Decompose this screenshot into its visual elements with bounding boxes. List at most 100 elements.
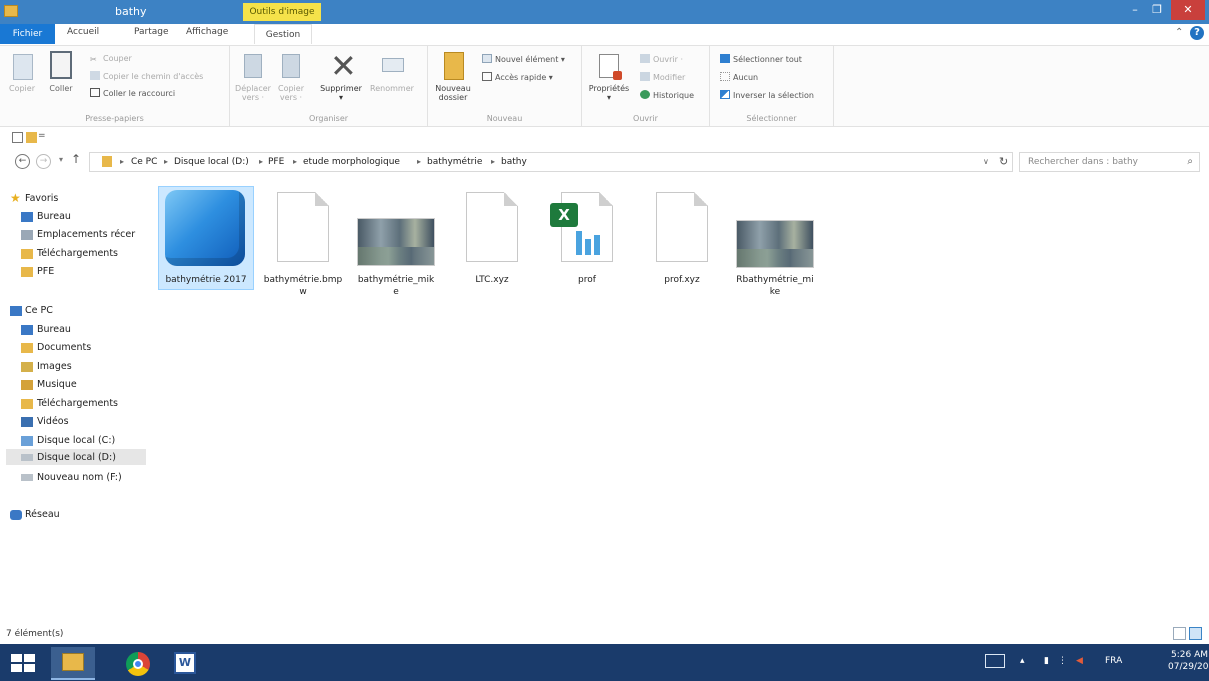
blank-file-icon xyxy=(277,192,329,262)
close-button[interactable]: ✕ xyxy=(1171,0,1205,20)
move-to-icon[interactable] xyxy=(244,54,262,78)
tab-manage[interactable]: Gestion xyxy=(254,24,312,44)
address-dropdown-icon[interactable]: ∨ xyxy=(983,157,989,166)
paste-shortcut-button[interactable]: Coller le raccourci xyxy=(90,88,175,98)
file-item[interactable]: X prof xyxy=(539,186,635,296)
history-button[interactable]: Historique xyxy=(640,90,694,100)
forward-button[interactable]: → xyxy=(36,154,51,169)
nav-pc-pictures[interactable]: Images xyxy=(37,361,72,372)
breadcrumb-separator[interactable]: ▸ xyxy=(259,157,263,166)
delete-x-icon[interactable]: ✕ xyxy=(330,48,357,84)
easy-access-icon xyxy=(482,72,492,81)
tab-share[interactable]: Partage xyxy=(134,27,169,37)
invert-selection-button[interactable]: Inverser la sélection xyxy=(720,90,814,100)
select-none-button[interactable]: Aucun xyxy=(720,72,758,82)
breadcrumb-pfe[interactable]: PFE xyxy=(268,157,284,167)
maximize-button[interactable]: ❐ xyxy=(1146,0,1168,20)
nav-pc-drive-d[interactable]: Disque local (D:) xyxy=(37,452,116,463)
breadcrumb-this-pc[interactable]: Ce PC xyxy=(131,157,157,167)
copy-icon[interactable] xyxy=(13,54,33,80)
tab-file[interactable]: Fichier xyxy=(0,24,55,44)
properties-qat-icon[interactable] xyxy=(12,132,23,143)
file-item[interactable]: Rbathymétrie_mi ke xyxy=(727,186,823,306)
copy-button[interactable]: Copier xyxy=(4,84,40,93)
rename-icon[interactable] xyxy=(382,58,404,72)
new-item-button[interactable]: Nouvel élément ▾ xyxy=(482,54,565,64)
taskbar-word[interactable]: W xyxy=(164,647,208,680)
taskbar-file-explorer[interactable] xyxy=(51,647,95,680)
file-item[interactable]: bathymétrie.bmp w xyxy=(255,186,351,306)
refresh-icon[interactable]: ↻ xyxy=(999,155,1008,168)
battery-icon[interactable]: ▮ xyxy=(1044,656,1049,666)
volume-icon[interactable]: ◀ xyxy=(1076,656,1083,666)
properties-button[interactable]: Propriétés ▾ xyxy=(584,84,634,102)
drive-c-icon xyxy=(21,436,33,446)
nav-fav-recent[interactable]: Emplacements récer xyxy=(37,229,135,240)
show-hidden-icons-icon[interactable]: ▴ xyxy=(1020,656,1025,666)
nav-pc-videos[interactable]: Vidéos xyxy=(37,416,69,427)
nav-pc-desktop[interactable]: Bureau xyxy=(37,324,71,335)
open-button[interactable]: Ouvrir · xyxy=(640,54,683,64)
search-box[interactable]: Rechercher dans : bathy ⌕ xyxy=(1019,152,1200,172)
chevron-up-icon[interactable]: ⌃ xyxy=(1175,27,1183,38)
windows-start-icon[interactable] xyxy=(8,651,38,675)
back-button[interactable]: ← xyxy=(15,154,30,169)
nav-pc-documents[interactable]: Documents xyxy=(37,342,91,353)
nav-pc-downloads[interactable]: Téléchargements xyxy=(37,398,118,409)
new-folder-button[interactable]: Nouveau dossier xyxy=(428,84,478,102)
breadcrumb-etude[interactable]: etude morphologique xyxy=(303,157,400,167)
properties-icon[interactable] xyxy=(599,54,622,80)
file-item[interactable]: LTC.xyz xyxy=(444,186,540,296)
rename-button[interactable]: Renommer xyxy=(366,84,418,93)
network-status-icon[interactable]: ⋮ xyxy=(1058,656,1067,666)
paste-button[interactable]: Coller xyxy=(44,84,78,93)
breadcrumb-separator[interactable]: ▸ xyxy=(491,157,495,166)
edit-button[interactable]: Modifier xyxy=(640,72,685,82)
select-all-button[interactable]: Sélectionner tout xyxy=(720,54,802,64)
desktop-icon xyxy=(21,212,33,222)
copy-path-button[interactable]: Copier le chemin d'accès xyxy=(90,71,203,81)
nav-pc-music[interactable]: Musique xyxy=(37,379,77,390)
copy-to-button[interactable]: Copier vers · xyxy=(270,84,312,102)
minimize-button[interactable]: – xyxy=(1124,0,1146,20)
breadcrumb-separator[interactable]: ▸ xyxy=(164,157,168,166)
nav-pc-drive-f[interactable]: Nouveau nom (F:) xyxy=(37,472,122,483)
delete-button[interactable]: Supprimer ▾ xyxy=(316,84,366,102)
breadcrumb-bathymetrie[interactable]: bathymétrie xyxy=(427,157,482,167)
taskbar-chrome[interactable] xyxy=(117,647,161,680)
search-icon[interactable]: ⌕ xyxy=(1187,156,1193,167)
nav-network[interactable]: Réseau xyxy=(25,509,60,520)
nav-fav-downloads[interactable]: Téléchargements xyxy=(37,248,118,259)
file-item[interactable]: prof.xyz xyxy=(634,186,730,296)
customize-qat-icon[interactable]: = xyxy=(38,131,46,141)
nav-this-pc[interactable]: Ce PC xyxy=(25,305,53,316)
tab-home[interactable]: Accueil xyxy=(67,27,99,37)
tab-view[interactable]: Affichage xyxy=(186,27,228,37)
breadcrumb-separator[interactable]: ▸ xyxy=(293,157,297,166)
help-icon[interactable]: ? xyxy=(1190,26,1204,40)
up-arrow-icon[interactable]: ↑ xyxy=(71,152,81,166)
breadcrumb-separator[interactable]: ▸ xyxy=(120,157,124,166)
nav-fav-desktop[interactable]: Bureau xyxy=(37,211,71,222)
nav-fav-pfe[interactable]: PFE xyxy=(37,266,54,277)
file-item[interactable]: bathymétrie 2017 xyxy=(158,186,254,290)
search-input[interactable]: Rechercher dans : bathy xyxy=(1028,157,1138,167)
nav-pc-drive-c[interactable]: Disque local (C:) xyxy=(37,435,115,446)
paste-icon[interactable] xyxy=(50,51,72,79)
language-indicator[interactable]: FRA xyxy=(1105,656,1122,666)
clock[interactable]: 5:26 AM 07/29/2017 xyxy=(1168,649,1209,673)
easy-access-button[interactable]: Accès rapide ▾ xyxy=(482,72,553,82)
new-folder-icon[interactable] xyxy=(444,52,464,80)
cut-button[interactable]: ✂ Couper xyxy=(90,54,132,64)
breadcrumb-separator[interactable]: ▸ xyxy=(417,157,421,166)
breadcrumb-bathy[interactable]: bathy xyxy=(501,157,527,167)
copy-to-icon[interactable] xyxy=(282,54,300,78)
recent-locations-icon[interactable]: ▾ xyxy=(59,155,63,164)
details-view-icon[interactable] xyxy=(1173,627,1186,640)
breadcrumb-drive-d[interactable]: Disque local (D:) xyxy=(174,157,249,167)
large-icons-view-icon[interactable] xyxy=(1189,627,1202,640)
keyboard-icon[interactable] xyxy=(985,654,1005,668)
nav-favorites[interactable]: Favoris xyxy=(25,193,58,204)
file-item[interactable]: bathymétrie_mik e xyxy=(348,186,444,306)
new-folder-qat-icon[interactable] xyxy=(26,132,37,143)
